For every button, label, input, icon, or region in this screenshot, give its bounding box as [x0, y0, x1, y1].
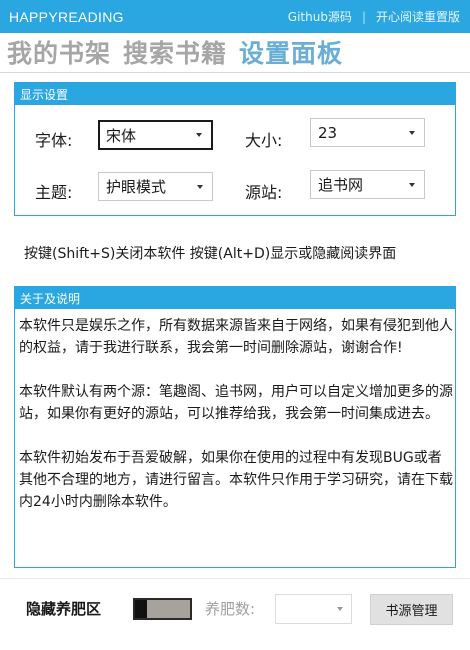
- chevron-down-icon: [409, 182, 415, 187]
- about-panel: 关于及说明 本软件只是娱乐之作，所有数据来源皆来自于网络，如果有侵犯到他人的权益…: [14, 286, 456, 568]
- display-settings-header: 显示设置: [15, 83, 455, 105]
- title-separator: |: [361, 9, 366, 24]
- github-source-link[interactable]: Github源码: [288, 8, 352, 25]
- hide-fatten-label: 隐藏养肥区: [26, 600, 102, 618]
- app-title: HAPPYREADING: [9, 8, 124, 25]
- font-label: 字体:: [35, 131, 73, 150]
- source-select[interactable]: 追书网: [310, 170, 425, 199]
- theme-label: 主题:: [35, 183, 73, 202]
- tab-bookshelf[interactable]: 我的书架: [7, 34, 111, 70]
- hide-fatten-toggle[interactable]: [133, 598, 192, 620]
- chevron-down-icon: [196, 133, 202, 137]
- size-label: 大小:: [245, 131, 283, 150]
- bottom-divider: [0, 578, 470, 579]
- chevron-down-icon: [409, 130, 415, 135]
- tab-search-books[interactable]: 搜索书籍: [123, 34, 227, 70]
- chevron-down-icon: [197, 184, 203, 189]
- source-select-value: 追书网: [318, 176, 364, 194]
- title-bar: HAPPYREADING Github源码 | 开心阅读重置版: [0, 0, 470, 33]
- theme-select[interactable]: 护眼模式: [98, 172, 213, 201]
- font-select-value: 宋体: [106, 126, 137, 145]
- about-paragraph: 本软件只是娱乐之作，所有数据来源皆来自于网络，如果有侵犯到他人的权益，请于我进行…: [19, 318, 453, 356]
- source-label: 源站:: [245, 183, 283, 202]
- toggle-knob: [135, 600, 147, 618]
- display-settings-panel: 显示设置 字体: 宋体 大小: 23 主题: 护眼模式 源站: 追书网: [14, 82, 456, 216]
- about-text: 本软件只是娱乐之作，所有数据来源皆来自于网络，如果有侵犯到他人的权益，请于我进行…: [19, 315, 453, 535]
- happyreading-reset-link[interactable]: 开心阅读重置版: [376, 8, 460, 25]
- hotkey-hint: 按键(Shift+S)关闭本软件 按键(Alt+D)显示或隐藏阅读界面: [24, 246, 397, 262]
- nav-tabs: 我的书架 搜索书籍 设置面板: [7, 34, 355, 70]
- theme-select-value: 护眼模式: [106, 178, 167, 196]
- font-select[interactable]: 宋体: [98, 120, 213, 150]
- chevron-down-icon: [337, 607, 343, 611]
- nav-divider: [0, 72, 470, 73]
- about-header: 关于及说明: [15, 287, 455, 309]
- tab-settings[interactable]: 设置面板: [239, 34, 343, 70]
- about-paragraph: 本软件初始发布于吾爱破解，如果你在使用的过程中有发现BUG或者其他不合理的地方，…: [19, 450, 453, 510]
- fatten-count-select[interactable]: [275, 594, 352, 624]
- source-manage-button[interactable]: 书源管理: [370, 594, 453, 625]
- size-select[interactable]: 23: [310, 118, 425, 147]
- size-select-value: 23: [318, 123, 338, 142]
- about-paragraph: 本软件默认有两个源：笔趣阁、追书网，用户可以自定义增加更多的源站，如果你有更好的…: [19, 384, 453, 422]
- fatten-count-label: 养肥数:: [205, 600, 256, 618]
